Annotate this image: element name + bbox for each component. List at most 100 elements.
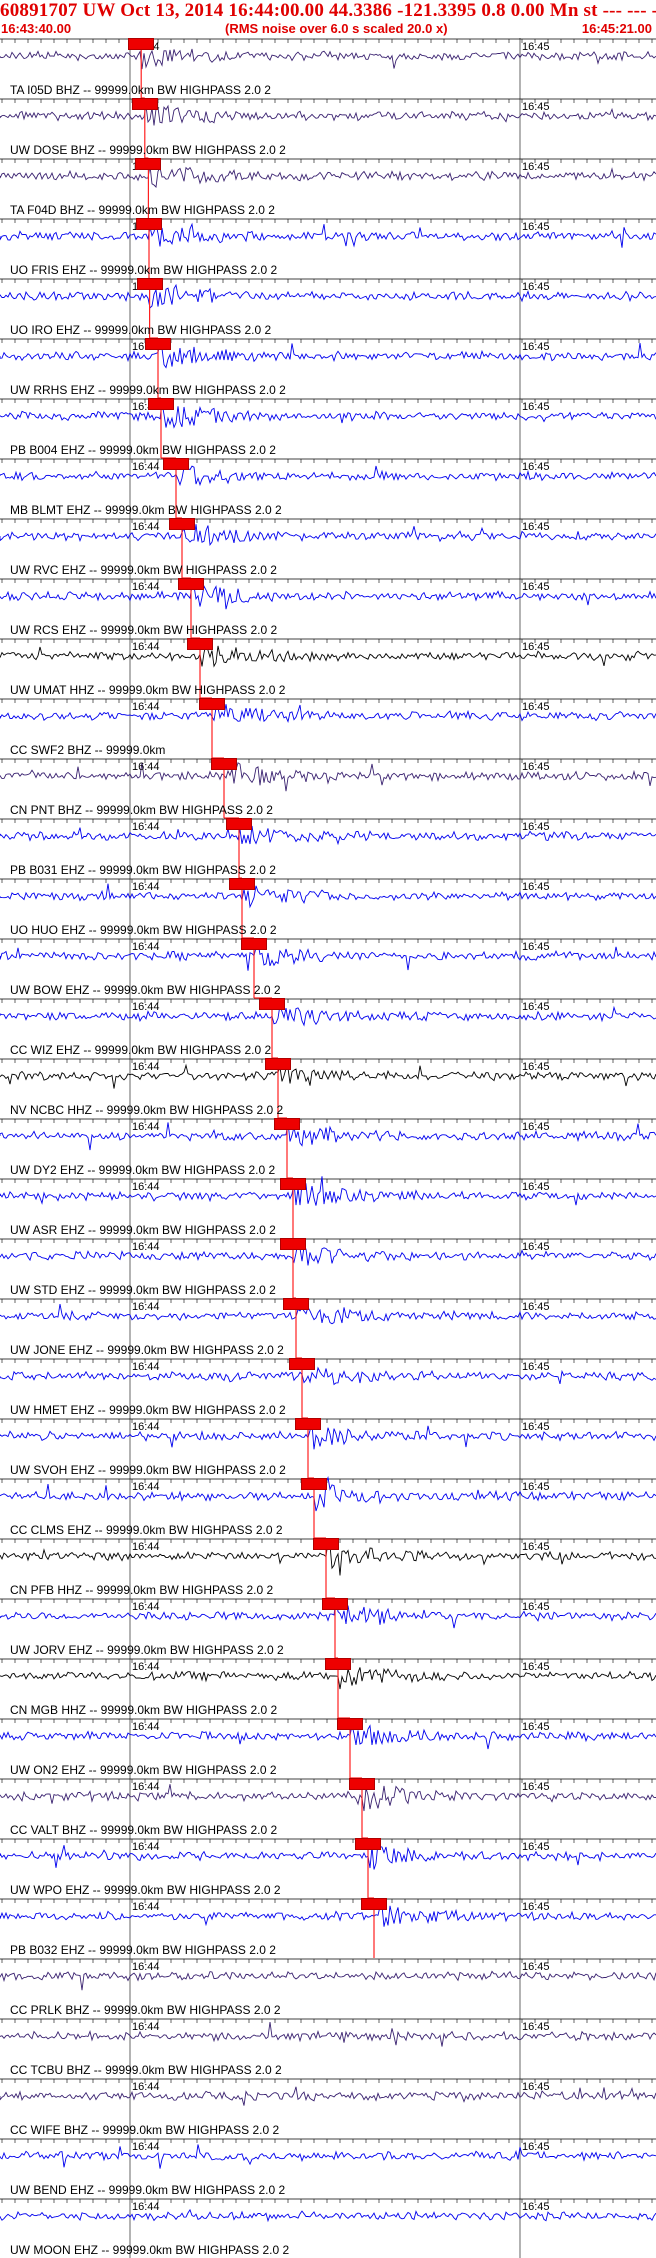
station-label: UW RCS EHZ -- 99999.0km BW HIGHPASS 2.0 … bbox=[10, 623, 278, 637]
waveform-trace bbox=[0, 2144, 656, 2169]
station-label: TA I05D BHZ -- 99999.0km BW HIGHPASS 2.0… bbox=[10, 83, 271, 97]
time-mark-label: 16:45 bbox=[522, 101, 550, 113]
time-mark-label: 16:44 bbox=[132, 2021, 160, 2033]
station-label: CC SWF2 BHZ -- 99999.0km bbox=[10, 743, 166, 757]
phase-pick-marker[interactable] bbox=[349, 1778, 375, 1790]
phase-pick-marker[interactable] bbox=[163, 458, 189, 470]
phase-pick-marker[interactable] bbox=[229, 878, 255, 890]
phase-pick-marker[interactable] bbox=[337, 1718, 363, 1730]
station-label: UW RVC EHZ -- 99999.0km BW HIGHPASS 2.0 … bbox=[10, 563, 277, 577]
time-mark-label: 16:44 bbox=[132, 1481, 160, 1493]
time-mark-label: 16:45 bbox=[522, 1241, 550, 1253]
time-mark-label: 16:45 bbox=[522, 2021, 550, 2033]
station-label: TA F04D BHZ -- 99999.0km BW HIGHPASS 2.0… bbox=[10, 203, 275, 217]
phase-pick-marker[interactable] bbox=[301, 1478, 327, 1490]
station-label: CC WIFE BHZ -- 99999.0km BW HIGHPASS 2.0… bbox=[10, 2123, 280, 2137]
time-mark-label: 16:45 bbox=[522, 2081, 550, 2093]
waveform-trace bbox=[0, 825, 656, 846]
waveform-trace bbox=[0, 283, 656, 309]
station-label: UW DY2 EHZ -- 99999.0km BW HIGHPASS 2.0 … bbox=[10, 1163, 276, 1177]
event-title: 60891707 UW Oct 13, 2014 16:44:00.00 44.… bbox=[0, 0, 656, 21]
time-mark-label: 16:45 bbox=[522, 881, 550, 893]
time-mark-label: 16:45 bbox=[522, 1361, 550, 1373]
phase-pick-marker[interactable] bbox=[178, 578, 204, 590]
station-label: CC PRLK BHZ -- 99999.0km BW HIGHPASS 2.0… bbox=[10, 2003, 281, 2017]
station-label: CC TCBU BHZ -- 99999.0km BW HIGHPASS 2.0… bbox=[10, 2063, 282, 2077]
time-mark-label: 16:45 bbox=[522, 821, 550, 833]
phase-pick-marker[interactable] bbox=[361, 1898, 387, 1910]
waveform-trace bbox=[0, 1063, 656, 1089]
phase-pick-marker[interactable] bbox=[289, 1358, 315, 1370]
waveform-trace bbox=[0, 165, 656, 188]
waveform-trace bbox=[0, 341, 656, 369]
phase-pick-marker[interactable] bbox=[169, 518, 195, 530]
station-label: PB B031 EHZ -- 99999.0km BW HIGHPASS 2.0… bbox=[10, 863, 276, 877]
header: 60891707 UW Oct 13, 2014 16:44:00.00 44.… bbox=[0, 0, 656, 40]
phase-pick-marker[interactable] bbox=[199, 698, 225, 710]
time-mark-label: 16:44 bbox=[132, 821, 160, 833]
phase-pick-marker[interactable] bbox=[274, 1118, 300, 1130]
waveform-trace bbox=[0, 1784, 656, 1812]
phase-pick-marker[interactable] bbox=[131, 98, 158, 110]
time-mark-label: 16:45 bbox=[522, 1481, 550, 1493]
station-label: CC CLMS EHZ -- 99999.0km BW HIGHPASS 2.0… bbox=[10, 1523, 283, 1537]
phase-pick-marker[interactable] bbox=[187, 638, 213, 650]
phase-pick-marker[interactable] bbox=[211, 758, 237, 770]
time-mark-label: 16:44 bbox=[132, 1781, 160, 1793]
time-mark-label: 16:45 bbox=[522, 1301, 550, 1313]
time-mark-label: 16:44 bbox=[132, 1721, 160, 1733]
time-mark-label: 16:44 bbox=[132, 1361, 160, 1373]
waveform-trace bbox=[0, 465, 656, 487]
station-label: UW JONE EHZ -- 99999.0km BW HIGHPASS 2.0… bbox=[10, 1343, 284, 1357]
waveform-trace bbox=[0, 1424, 656, 1450]
phase-pick-marker[interactable] bbox=[313, 1538, 339, 1550]
waveform-trace bbox=[0, 1476, 656, 1512]
phase-pick-marker[interactable] bbox=[128, 38, 155, 50]
phase-pick-marker[interactable] bbox=[226, 818, 252, 830]
phase-pick-marker[interactable] bbox=[265, 1058, 291, 1070]
phase-pick-marker[interactable] bbox=[135, 158, 162, 170]
station-label: UO FRIS EHZ -- 99999.0km BW HIGHPASS 2.0… bbox=[10, 263, 278, 277]
waveform-trace bbox=[0, 1240, 656, 1266]
end-time: 16:45:21.00 bbox=[581, 21, 652, 36]
phase-pick-marker[interactable] bbox=[241, 938, 267, 950]
phase-pick-marker[interactable] bbox=[295, 1418, 321, 1430]
phase-pick-marker[interactable] bbox=[325, 1658, 351, 1670]
waveform-trace bbox=[0, 1176, 656, 1206]
waveform-trace bbox=[0, 1667, 656, 1690]
station-label: NV NCBC HHZ -- 99999.0km BW HIGHPASS 2.0… bbox=[10, 1103, 284, 1117]
phase-pick-marker[interactable] bbox=[280, 1178, 306, 1190]
time-mark-label: 16:45 bbox=[522, 761, 550, 773]
time-mark-label: 16:44 bbox=[132, 1661, 160, 1673]
phase-pick-marker[interactable] bbox=[136, 278, 163, 290]
time-mark-label: 16:45 bbox=[522, 41, 550, 53]
station-label: UW RRHS EHZ -- 99999.0km BW HIGHPASS 2.0… bbox=[10, 383, 286, 397]
waveform-trace bbox=[0, 524, 656, 546]
waveform-trace bbox=[0, 1724, 656, 1750]
time-mark-label: 16:44 bbox=[132, 701, 160, 713]
time-mark-label: 16:45 bbox=[522, 581, 550, 593]
phase-pick-marker[interactable] bbox=[280, 1238, 306, 1250]
phase-pick-marker[interactable] bbox=[145, 338, 171, 350]
time-mark-label: 16:45 bbox=[522, 1121, 550, 1133]
scaling-note: (RMS noise over 6.0 s scaled 20.0 x) bbox=[225, 21, 448, 36]
station-label: UW STD EHZ -- 99999.0km BW HIGHPASS 2.0 … bbox=[10, 1283, 276, 1297]
phase-pick-marker[interactable] bbox=[355, 1838, 381, 1850]
time-mark-label: 16:45 bbox=[522, 461, 550, 473]
station-label: UW ON2 EHZ -- 99999.0km BW HIGHPASS 2.0 … bbox=[10, 1763, 277, 1777]
time-mark-label: 16:45 bbox=[522, 701, 550, 713]
time-mark-label: 16:45 bbox=[522, 1721, 550, 1733]
time-mark-label: 16:45 bbox=[522, 1421, 550, 1433]
time-mark-label: 16:44 bbox=[132, 1121, 160, 1133]
station-label: UW DOSE BHZ -- 99999.0km BW HIGHPASS 2.0… bbox=[10, 143, 286, 157]
time-mark-label: 16:45 bbox=[522, 1541, 550, 1553]
phase-pick-marker[interactable] bbox=[259, 998, 285, 1010]
phase-pick-marker[interactable] bbox=[283, 1298, 309, 1310]
time-mark-label: 16:45 bbox=[522, 341, 550, 353]
phase-pick-marker[interactable] bbox=[148, 398, 174, 410]
waveform-trace bbox=[0, 104, 656, 126]
phase-pick-marker[interactable] bbox=[322, 1598, 348, 1610]
time-mark-label: 16:44 bbox=[132, 1241, 160, 1253]
phase-pick-marker[interactable] bbox=[136, 218, 162, 230]
waveform-trace bbox=[0, 1004, 656, 1027]
